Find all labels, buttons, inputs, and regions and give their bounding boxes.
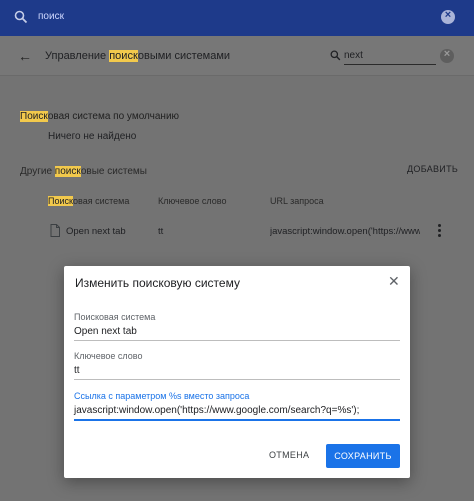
dialog-title: Изменить поисковую систему xyxy=(75,276,240,290)
top-search-bar: поиск × xyxy=(0,0,474,36)
default-engine-heading: Поисковая система по умолчанию xyxy=(20,111,179,122)
keyword-underline xyxy=(74,379,400,380)
url-input[interactable]: javascript:window.open('https://www.goog… xyxy=(74,405,359,416)
more-vert-icon[interactable] xyxy=(438,224,442,239)
page-title-highlight: поиск xyxy=(109,50,138,62)
other-heading-pre: Другие xyxy=(20,166,55,177)
other-heading-highlight: поиск xyxy=(54,166,81,177)
search-icon xyxy=(330,48,341,65)
other-heading-post: овые системы xyxy=(80,166,147,177)
column-name-rest: овая система xyxy=(73,196,130,206)
table-row[interactable]: Open next tab tt javascript:window.open(… xyxy=(0,216,474,246)
empty-state-text: Ничего не найдено xyxy=(48,131,137,142)
save-button[interactable]: СОХРАНИТЬ xyxy=(326,444,400,468)
add-button[interactable]: ДОБАВИТЬ xyxy=(407,164,458,174)
page-header: ← Управление поисковыми системами next × xyxy=(0,36,474,76)
top-search-input[interactable]: поиск xyxy=(38,11,64,22)
default-heading-rest: овая система по умолчанию xyxy=(47,111,180,122)
cancel-button[interactable]: ОТМЕНА xyxy=(269,450,309,460)
engine-keyword: tt xyxy=(158,226,164,237)
column-name-highlight: Поиск xyxy=(48,196,74,206)
close-icon[interactable]: ✕ xyxy=(388,273,400,290)
search-icon[interactable] xyxy=(14,10,28,29)
clear-icon[interactable]: × xyxy=(441,9,455,24)
back-arrow-icon[interactable]: ← xyxy=(18,48,32,64)
url-label: Ссылка с параметром %s вместо запроса xyxy=(74,391,250,401)
page-title-pre: Управление xyxy=(45,50,110,62)
url-underline xyxy=(74,419,400,421)
default-heading-highlight: Поиск xyxy=(20,111,48,122)
edit-engine-dialog: Изменить поисковую систему ✕ Поисковая с… xyxy=(64,266,410,478)
engine-search-input[interactable]: next xyxy=(344,50,363,61)
file-icon xyxy=(50,224,60,242)
engine-name-input[interactable]: Open next tab xyxy=(74,326,137,337)
engine-name-label: Поисковая система xyxy=(74,312,156,322)
engine-name-underline xyxy=(74,340,400,341)
other-engines-heading: Другие поисковые системы xyxy=(20,166,147,177)
engine-search-underline xyxy=(344,64,436,65)
keyword-label: Ключевое слово xyxy=(74,351,143,361)
page-title-post: овыми системами xyxy=(137,50,231,62)
engine-search: next xyxy=(330,48,436,66)
keyword-input[interactable]: tt xyxy=(74,365,80,376)
clear-icon[interactable]: × xyxy=(440,48,454,63)
engine-url: javascript:window.open('https://www... xyxy=(270,226,420,237)
page-title: Управление поисковыми системами xyxy=(45,50,230,62)
engine-name: Open next tab xyxy=(66,226,126,237)
column-header-url: URL запроса xyxy=(270,196,324,206)
column-header-keyword: Ключевое слово xyxy=(158,196,227,206)
column-header-name: Поисковая система xyxy=(48,196,129,206)
